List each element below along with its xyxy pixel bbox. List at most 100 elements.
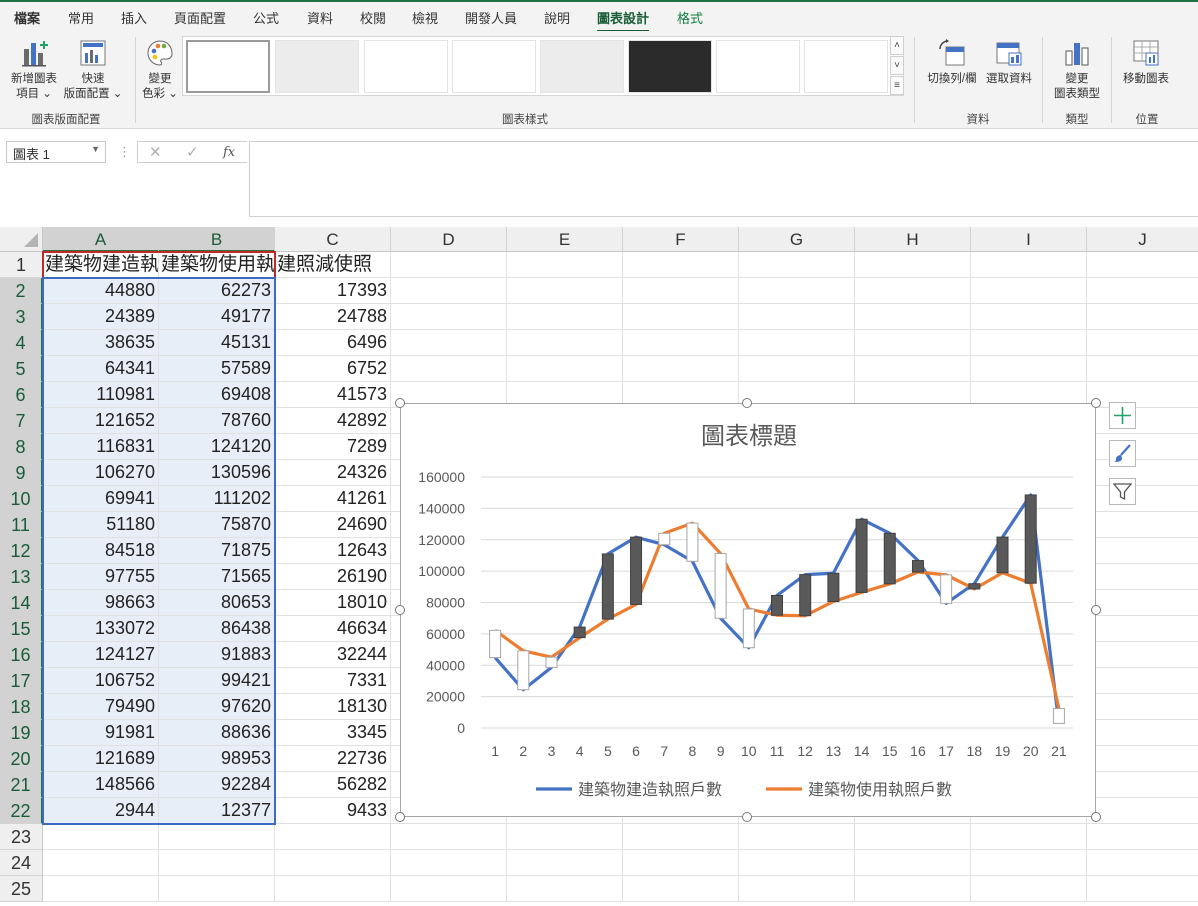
empty-cell[interactable]	[1087, 382, 1198, 408]
row-header-12[interactable]: 12	[0, 538, 43, 564]
data-cell[interactable]: 91981	[43, 720, 159, 746]
row-header-19[interactable]: 19	[0, 720, 43, 746]
tab-view[interactable]: 檢視	[412, 8, 438, 27]
resize-handle[interactable]	[1091, 398, 1101, 408]
empty-cell[interactable]	[507, 876, 623, 902]
data-cell[interactable]: 86438	[159, 616, 275, 642]
empty-cell[interactable]	[1087, 642, 1198, 668]
data-cell[interactable]: 69408	[159, 382, 275, 408]
empty-cell[interactable]	[507, 252, 623, 278]
empty-cell[interactable]	[855, 252, 971, 278]
chart-style-thumbnail[interactable]	[628, 40, 712, 93]
empty-cell[interactable]	[1087, 850, 1198, 876]
data-cell[interactable]: 111202	[159, 486, 275, 512]
empty-cell[interactable]	[391, 252, 507, 278]
data-cell[interactable]: 38635	[43, 330, 159, 356]
row-header-9[interactable]: 9	[0, 460, 43, 486]
empty-cell[interactable]	[739, 850, 855, 876]
data-cell[interactable]: 80653	[159, 590, 275, 616]
empty-cell[interactable]	[1087, 252, 1198, 278]
data-cell[interactable]: 46634	[275, 616, 391, 642]
data-cell[interactable]: 79490	[43, 694, 159, 720]
data-cell[interactable]: 42892	[275, 408, 391, 434]
tab-page-layout[interactable]: 頁面配置	[174, 8, 226, 27]
data-cell[interactable]: 41573	[275, 382, 391, 408]
column-header-G[interactable]: G	[739, 227, 855, 252]
row-header-8[interactable]: 8	[0, 434, 43, 460]
empty-cell[interactable]	[739, 356, 855, 382]
empty-cell[interactable]	[1087, 512, 1198, 538]
empty-cell[interactable]	[1087, 876, 1198, 902]
tab-data[interactable]: 資料	[307, 8, 333, 27]
empty-cell[interactable]	[391, 330, 507, 356]
resize-handle[interactable]	[742, 398, 752, 408]
empty-cell[interactable]	[1087, 434, 1198, 460]
empty-cell[interactable]	[855, 330, 971, 356]
data-cell[interactable]: 98953	[159, 746, 275, 772]
add-chart-element-button[interactable]: 新增圖表 項目 ⌄	[8, 37, 60, 102]
resize-handle[interactable]	[395, 605, 405, 615]
column-header-J[interactable]: J	[1087, 227, 1198, 252]
empty-cell[interactable]	[1087, 694, 1198, 720]
data-cell[interactable]: 64341	[43, 356, 159, 382]
chart-elements-button[interactable]	[1109, 402, 1136, 429]
row-header-18[interactable]: 18	[0, 694, 43, 720]
tab-chart-design[interactable]: 圖表設計	[597, 8, 650, 33]
gallery-scroll-down-button[interactable]: ˅	[890, 56, 904, 75]
row-header-22[interactable]: 22	[0, 798, 43, 824]
row-header-1[interactable]: 1	[0, 252, 43, 278]
data-cell[interactable]: 56282	[275, 772, 391, 798]
data-cell[interactable]: 7289	[275, 434, 391, 460]
empty-cell[interactable]	[391, 304, 507, 330]
chart-filters-button[interactable]	[1109, 478, 1136, 505]
data-cell[interactable]: 18010	[275, 590, 391, 616]
data-cell[interactable]: 18130	[275, 694, 391, 720]
empty-cell[interactable]	[159, 876, 275, 902]
empty-cell[interactable]	[43, 850, 159, 876]
row-header-10[interactable]: 10	[0, 486, 43, 512]
empty-cell[interactable]	[971, 278, 1087, 304]
chart-style-thumbnail[interactable]	[275, 40, 359, 93]
data-cell[interactable]: 121652	[43, 408, 159, 434]
data-cell[interactable]: 12643	[275, 538, 391, 564]
empty-cell[interactable]	[623, 850, 739, 876]
empty-cell[interactable]	[391, 824, 507, 850]
row-header-13[interactable]: 13	[0, 564, 43, 590]
tab-developer[interactable]: 開發人員	[465, 8, 517, 27]
empty-cell[interactable]	[1087, 772, 1198, 798]
tab-insert[interactable]: 插入	[121, 8, 147, 27]
data-cell[interactable]: 44880	[43, 278, 159, 304]
empty-cell[interactable]	[275, 850, 391, 876]
chart-style-thumbnail[interactable]	[540, 40, 624, 93]
empty-cell[interactable]	[1087, 616, 1198, 642]
data-cell[interactable]: 110981	[43, 382, 159, 408]
data-cell[interactable]: 3345	[275, 720, 391, 746]
header-cell-B[interactable]: 建築物使用執照戶數	[159, 252, 275, 278]
move-chart-button[interactable]: 移動圖表	[1118, 37, 1174, 87]
data-cell[interactable]: 106752	[43, 668, 159, 694]
empty-cell[interactable]	[275, 876, 391, 902]
data-cell[interactable]: 24690	[275, 512, 391, 538]
empty-cell[interactable]	[855, 304, 971, 330]
empty-cell[interactable]	[1087, 356, 1198, 382]
empty-cell[interactable]	[855, 850, 971, 876]
empty-cell[interactable]	[507, 356, 623, 382]
row-header-16[interactable]: 16	[0, 642, 43, 668]
data-cell[interactable]: 75870	[159, 512, 275, 538]
data-cell[interactable]: 92284	[159, 772, 275, 798]
empty-cell[interactable]	[1087, 720, 1198, 746]
insert-function-icon[interactable]: fx	[223, 145, 235, 160]
column-header-I[interactable]: I	[971, 227, 1087, 252]
data-cell[interactable]: 69941	[43, 486, 159, 512]
empty-cell[interactable]	[971, 876, 1087, 902]
empty-cell[interactable]	[1087, 278, 1198, 304]
empty-cell[interactable]	[623, 278, 739, 304]
data-cell[interactable]: 130596	[159, 460, 275, 486]
tab-home[interactable]: 常用	[68, 8, 94, 27]
data-cell[interactable]: 88636	[159, 720, 275, 746]
empty-cell[interactable]	[855, 876, 971, 902]
data-cell[interactable]: 24389	[43, 304, 159, 330]
empty-cell[interactable]	[391, 850, 507, 876]
tab-review[interactable]: 校閱	[360, 8, 386, 27]
row-header-5[interactable]: 5	[0, 356, 43, 382]
